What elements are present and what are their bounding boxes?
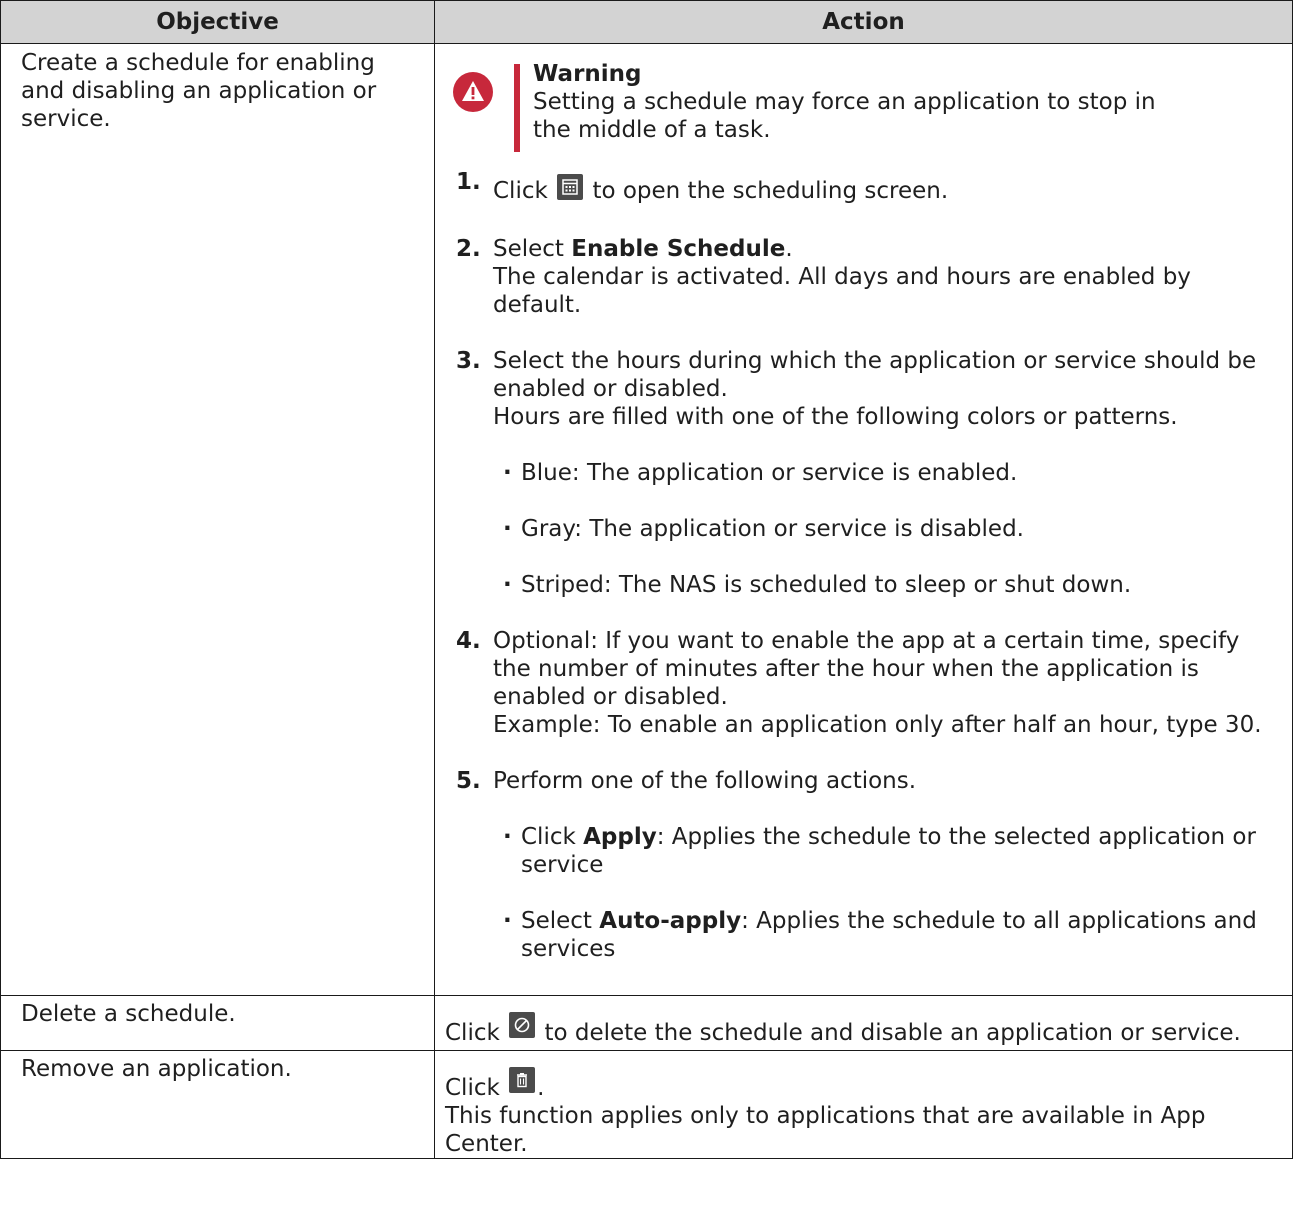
warning-callout: Warning Setting a schedule may force an …: [445, 44, 1292, 152]
objective-cell: Create a schedule for enabling and disab…: [0, 43, 435, 996]
step-3-bullets: · Blue: The application or service is ena…: [445, 459, 1292, 599]
bullet-text: Striped: The NAS is scheduled to sleep o…: [521, 572, 1132, 598]
bullet-text-pre: Select: [521, 908, 600, 934]
action-text-post: .: [537, 1075, 545, 1101]
step-text: Optional: If you want to enable the app …: [493, 628, 1240, 710]
warning-bar: [514, 64, 520, 152]
calendar-icon[interactable]: [557, 174, 584, 200]
step-number: 5.: [456, 768, 481, 794]
step-text-pre: Click: [493, 178, 548, 204]
action-text-post: to delete the schedule and disable an ap…: [544, 1020, 1241, 1046]
objective-action-table: Objective Action Create a schedule for e…: [0, 0, 1293, 1159]
auto-apply-label: Auto-apply: [599, 908, 742, 934]
table-header-row: Objective Action: [0, 0, 1293, 44]
step-2: 2. Select Enable Schedule. The calendar …: [445, 235, 1286, 319]
step-5: 5. Perform one of the following actions.: [445, 767, 1286, 795]
objective-text: Remove an application.: [21, 1056, 292, 1082]
header-objective: Objective: [0, 0, 435, 44]
trash-icon[interactable]: [509, 1067, 536, 1093]
bullet-text: Gray: The application or service is disa…: [521, 516, 1024, 542]
objective-cell: Delete a schedule.: [0, 995, 435, 1051]
step-text-post: to open the scheduling screen.: [592, 178, 949, 204]
clear-schedule-icon[interactable]: [509, 1012, 536, 1038]
header-action: Action: [434, 0, 1293, 44]
step-result: Hours are filled with one of the followi…: [493, 404, 1178, 430]
apply-label: Apply: [583, 824, 657, 850]
action-cell: Warning Setting a schedule may force an …: [434, 43, 1293, 996]
step-1: 1. Click to open the scheduling screen.: [445, 169, 1286, 205]
objective-text: Delete a schedule.: [21, 1001, 236, 1027]
action-cell: Click to delete the schedule and disable…: [434, 995, 1293, 1051]
step-text-pre: Select: [493, 236, 572, 262]
step-text: Select the hours during which the applic…: [493, 348, 1257, 402]
action-note: This function applies only to applicatio…: [445, 1103, 1206, 1157]
step-number: 1.: [456, 169, 481, 195]
table-row: Create a schedule for enabling and disab…: [0, 43, 1293, 996]
list-item: · Click Apply: Applies the schedule to th…: [503, 824, 1256, 878]
step-text-post: .: [785, 236, 793, 262]
step-result: Example: To enable an application only a…: [493, 712, 1262, 738]
bullet-text: Blue: The application or service is enab…: [521, 460, 1018, 486]
list-item: · Blue: The application or service is ena…: [503, 460, 1018, 486]
step-5-bullets: · Click Apply: Applies the schedule to th…: [445, 823, 1292, 963]
table-row: Delete a schedule. Click to delete the s…: [0, 995, 1293, 1051]
list-item: · Gray: The application or service is dis…: [503, 516, 1024, 542]
list-item: · Select Auto-apply: Applies the schedule…: [503, 908, 1257, 962]
step-number: 2.: [456, 236, 481, 262]
step-3: 3. Select the hours during which the app…: [445, 347, 1286, 431]
warning-title: Warning: [533, 61, 642, 87]
step-4: 4. Optional: If you want to enable the a…: [445, 627, 1286, 739]
step-text: Perform one of the following actions.: [493, 768, 917, 794]
step-number: 4.: [456, 628, 481, 654]
table-row: Remove an application. Click . This func…: [0, 1050, 1293, 1159]
step-number: 3.: [456, 348, 481, 374]
step-result: The calendar is activated. All days and …: [493, 264, 1191, 318]
action-text-pre: Click: [445, 1020, 500, 1046]
objective-cell: Remove an application.: [0, 1050, 435, 1159]
list-item: · Striped: The NAS is scheduled to sleep …: [503, 572, 1132, 598]
enable-schedule-label: Enable Schedule: [571, 236, 786, 262]
objective-text: Create a schedule for enabling and disab…: [21, 50, 377, 132]
action-text-pre: Click: [445, 1075, 500, 1101]
warning-text: Setting a schedule may force an applicat…: [533, 89, 1156, 143]
action-cell: Click . This function applies only to ap…: [434, 1050, 1293, 1159]
warning-triangle-icon: [453, 72, 493, 112]
bullet-text-pre: Click: [521, 824, 584, 850]
